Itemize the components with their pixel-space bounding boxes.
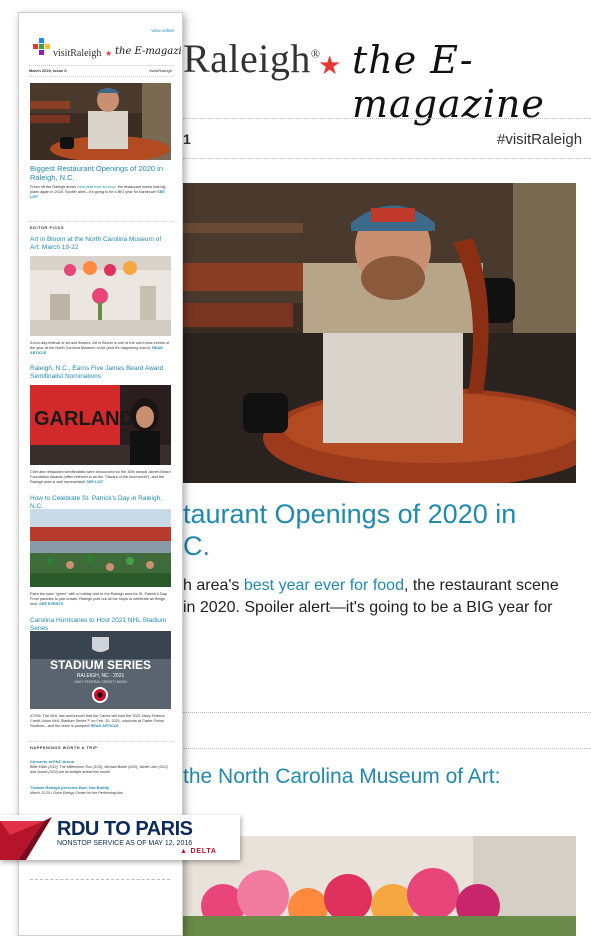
article-text-james-beard: Chef and restaurant semifinalists were a… xyxy=(30,470,171,484)
issue-label: March 2020, Issue II xyxy=(29,68,67,73)
lead-headline[interactable]: Biggest Restaurant Openings of 2020 in R… xyxy=(30,164,172,182)
article-headline-james-beard[interactable]: Raleigh, N.C., Earns Five James Beard Aw… xyxy=(30,365,172,380)
bg-best-year-link[interactable]: best year ever for food xyxy=(244,577,404,594)
bg-lead-headline[interactable]: taurant Openings of 2020 in C. xyxy=(183,498,516,562)
see-list-link[interactable]: SEE LIST xyxy=(86,480,103,484)
delta-logo: ▲ DELTA xyxy=(180,848,217,855)
art-in-bloom-image[interactable] xyxy=(30,256,171,336)
bg-issue: 1 xyxy=(183,131,191,147)
ad-title: RDU TO PARIS xyxy=(57,818,193,840)
visit-raleigh-logo-icon xyxy=(31,36,53,63)
bbq-chef-photo[interactable] xyxy=(183,183,576,483)
hashtag: #visitRaleigh xyxy=(149,68,172,73)
event-text-theatre-raleigh: March 13-29 • Duke Energy Center for the… xyxy=(30,791,124,795)
lead-text: Fresh off the Raleigh area's best year e… xyxy=(30,185,166,199)
article-headline-stadium-series[interactable]: Carolina Hurricanes to Host 2021 NHL Sta… xyxy=(30,617,172,632)
stadium-series-sponsor: NAVY FEDERAL CREDIT UNION xyxy=(74,680,127,684)
garland-sign: GARLAND xyxy=(34,408,134,430)
delta-tail-icon xyxy=(0,817,52,860)
bg-hashtag: #visitRaleigh xyxy=(497,131,583,148)
article-text-stadium-series: ICYMI: The NHL has announced that the Ca… xyxy=(30,714,165,728)
art-in-bloom-photo[interactable] xyxy=(183,836,576,936)
bg-art-headline[interactable]: the North Carolina Museum of Art: xyxy=(183,765,500,789)
divider xyxy=(183,158,591,159)
divider xyxy=(183,748,591,749)
delta-ad-banner[interactable]: RDU TO PARIS NONSTOP SERVICE AS OF MAY 1… xyxy=(0,815,240,860)
tagline: the E-magazine xyxy=(115,46,182,57)
newsletter-panel: View online visitRaleigh ★ the E-magazin… xyxy=(18,12,183,936)
divider xyxy=(29,741,174,742)
article-text-art-in-bloom: A four-day festival of art and flowers, … xyxy=(30,341,170,355)
delta-widget-icon: ▲ xyxy=(180,848,191,855)
star-icon: ★ xyxy=(318,50,342,80)
stadium-series-image[interactable]: STADIUM SERIES RALEIGH, NC · 2021 NAVY F… xyxy=(30,631,171,709)
bg-brand-logo: Raleigh® xyxy=(183,36,321,81)
st-patricks-image[interactable] xyxy=(30,509,171,587)
view-online-link[interactable]: View online xyxy=(151,28,174,33)
ad-subtitle: NONSTOP SERVICE AS OF MAY 12, 2016 xyxy=(57,840,193,847)
article-headline-art-in-bloom[interactable]: Art in Bloom at the North Carolina Museu… xyxy=(30,236,172,251)
stadium-series-location: RALEIGH, NC · 2021 xyxy=(77,673,125,679)
divider xyxy=(183,712,591,713)
lead-image[interactable] xyxy=(30,83,171,160)
stadium-series-title: STADIUM SERIES xyxy=(50,658,151,672)
bg-tagline: the E-magazine xyxy=(352,38,545,126)
divider xyxy=(30,879,170,880)
read-article-link[interactable]: READ ARTICLE xyxy=(91,724,119,728)
article-text-st-patricks: Paint the town "green" with a holiday vi… xyxy=(30,592,168,606)
divider xyxy=(29,65,174,66)
event-title-pnc-arena[interactable]: Concerts at PNC Arena xyxy=(30,759,74,764)
article-headline-st-patricks[interactable]: How to Celebrate St. Patrick's Day in Ra… xyxy=(30,495,172,510)
star-icon: ★ xyxy=(105,49,113,58)
editor-picks-label: EDITOR PICKS xyxy=(30,226,65,230)
happenings-label: HAPPENINGS WORTH A TRIP xyxy=(30,746,98,750)
james-beard-image[interactable]: GARLAND xyxy=(30,385,171,465)
bg-lead-body: h area's best year ever for food, the re… xyxy=(183,577,559,616)
divider xyxy=(29,221,174,222)
see-events-link[interactable]: SEE EVENTS xyxy=(39,602,63,606)
brand-name: visitRaleigh xyxy=(53,48,102,59)
event-title-theatre-raleigh[interactable]: Theatre Raleigh presents Bud, Not Buddy xyxy=(30,785,109,790)
best-year-link[interactable]: best year ever for food xyxy=(78,185,116,189)
event-text-pnc-arena: Billie Eilish (3/12), The Millennium Tou… xyxy=(30,765,168,774)
divider xyxy=(183,118,591,119)
divider xyxy=(29,76,174,77)
